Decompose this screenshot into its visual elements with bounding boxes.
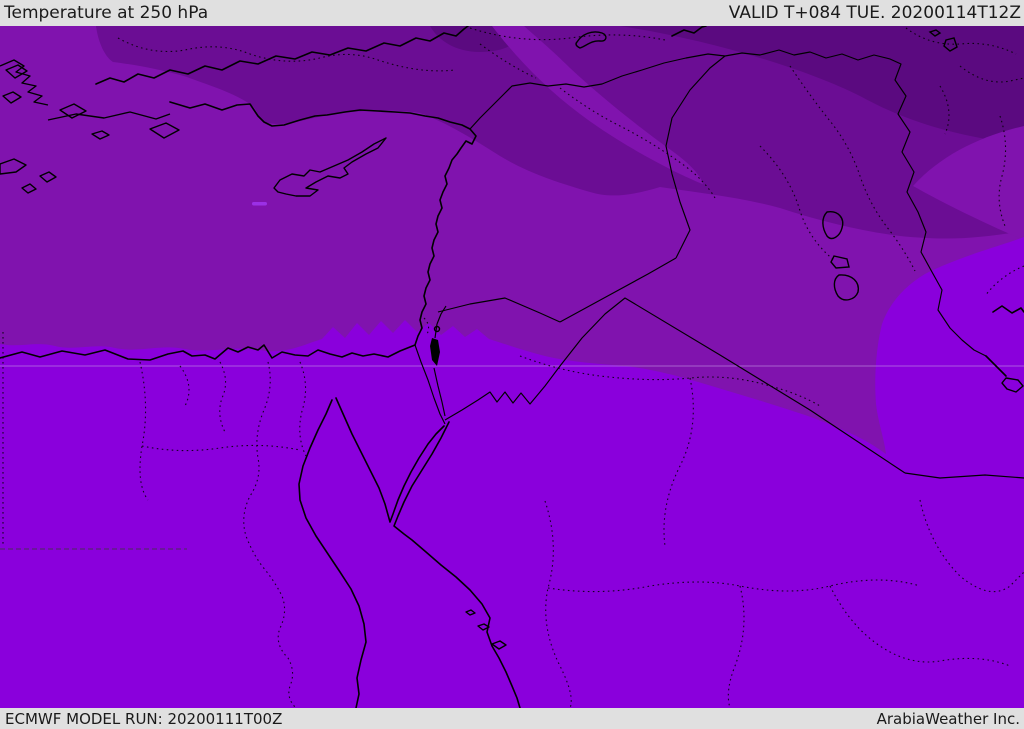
map-canvas — [0, 26, 1024, 708]
brand-label: ArabiaWeather Inc. — [876, 709, 1020, 728]
footer-bar: ECMWF MODEL RUN: 20200111T00Z ArabiaWeat… — [0, 708, 1024, 729]
header-bar: Temperature at 250 hPa VALID T+084 TUE. … — [0, 0, 1024, 26]
weather-map-product: Temperature at 250 hPa VALID T+084 TUE. … — [0, 0, 1024, 729]
valid-time-label: VALID T+084 TUE. 20200114T12Z — [728, 3, 1021, 23]
model-run-label: ECMWF MODEL RUN: 20200111T00Z — [5, 709, 283, 728]
page-title: Temperature at 250 hPa — [4, 3, 209, 23]
temperature-map — [0, 26, 1024, 708]
warm-speck-south-of-cyprus — [252, 202, 267, 206]
